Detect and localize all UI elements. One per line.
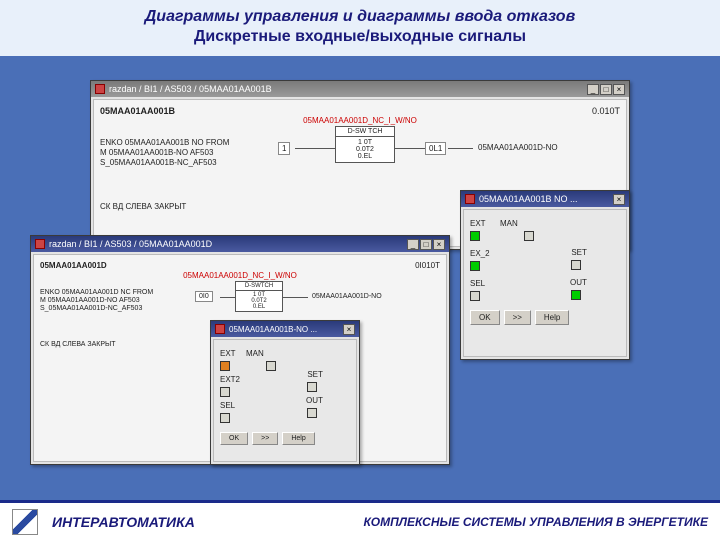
- in3-a: S_05MAA01AA001B-NC_AF503: [100, 158, 270, 168]
- led-man[interactable]: [266, 361, 276, 371]
- window-title-a: razdan / BI1 / AS503 / 05MAA01AA001B: [109, 84, 583, 94]
- slide-header: Диаграммы управления и диаграммы ввода о…: [0, 0, 720, 56]
- in2-a: M 05MAA01AA001B-NO AF503: [100, 148, 270, 158]
- app-icon: [95, 84, 105, 94]
- panel-a-buttons: OK >> Help: [470, 310, 620, 325]
- panel-a-title: 05MAA01AA001B NO ...: [479, 194, 609, 204]
- led-ext2[interactable]: [470, 261, 480, 271]
- next-button[interactable]: >>: [504, 310, 531, 325]
- panel-b-titlebar[interactable]: 05MAA01AA001B-NO ... ×: [211, 321, 359, 337]
- slide: Диаграммы управления и диаграммы ввода о…: [0, 0, 720, 540]
- window-title-b: razdan / BI1 / AS503 / 05MAA01AA001D: [49, 239, 403, 249]
- lbl-man: MAN: [500, 219, 518, 228]
- signal-name-b: 05MAA01AA001D: [40, 261, 107, 271]
- control-panel-b[interactable]: 05MAA01AA001B-NO ... × EXTMAN EXT2 SEL S…: [210, 320, 360, 465]
- brand-name: ИНТЕРАВТОМАТИКА: [52, 514, 195, 530]
- led-ext[interactable]: [220, 361, 230, 371]
- port2-a: 0.0T2: [338, 146, 392, 153]
- lbl-set: SET: [307, 370, 323, 379]
- lbl-sel: SEL: [220, 401, 235, 410]
- led-set[interactable]: [307, 382, 317, 392]
- company-logo-icon: [12, 509, 38, 535]
- lbl-out: OUT: [306, 396, 323, 405]
- port1-a: 1 0T: [338, 139, 392, 146]
- close-button[interactable]: ×: [613, 194, 625, 205]
- in3-b: S_05MAA01AA001D-NC_AF503: [40, 305, 190, 313]
- close-button[interactable]: ×: [433, 239, 445, 250]
- lbl-set: SET: [571, 248, 587, 257]
- block-label-b: D-SWTCH: [236, 282, 282, 291]
- led-set[interactable]: [571, 260, 581, 270]
- led-out[interactable]: [571, 290, 581, 300]
- lbl-sel: SEL: [470, 279, 485, 288]
- app-icon: [35, 239, 45, 249]
- maximize-button[interactable]: □: [600, 84, 612, 95]
- led-ext2[interactable]: [220, 387, 230, 397]
- lbl-ext2: EX_2: [470, 249, 490, 258]
- lbl-out: OUT: [570, 278, 587, 287]
- help-button[interactable]: Help: [535, 310, 569, 325]
- panel-a-titlebar[interactable]: 05MAA01AA001B NO ... ×: [461, 191, 629, 207]
- minimize-button[interactable]: _: [407, 239, 419, 250]
- in-value-a: 1: [278, 142, 290, 155]
- port3-a: 0.EL: [338, 153, 392, 160]
- lbl-man: MAN: [246, 349, 264, 358]
- port3-b: 0.EL: [237, 304, 281, 310]
- block-label-a: D-SW TCH: [336, 127, 394, 137]
- signal-subtitle-a: 05MAA01AA001D_NC_I_W/NO: [100, 116, 620, 126]
- control-panel-a[interactable]: 05MAA01AA001B NO ... × EXTMAN EX_2 SEL S…: [460, 190, 630, 360]
- app-icon: [465, 194, 475, 204]
- app-icon: [215, 324, 225, 334]
- status-a: 0.010T: [592, 106, 620, 116]
- window-controls-b: _ □ ×: [407, 239, 445, 250]
- in1-b: ENKO 05MAA01AA001D NC FROM: [40, 289, 190, 297]
- tagline: КОМПЛЕКСНЫЕ СИСТЕМЫ УПРАВЛЕНИЯ В ЭНЕРГЕТ…: [364, 515, 708, 529]
- status-b: 0I010T: [415, 261, 440, 271]
- title-line-1: Диаграммы управления и диаграммы ввода о…: [12, 8, 708, 26]
- titlebar-b[interactable]: razdan / BI1 / AS503 / 05MAA01AA001D _ □…: [31, 236, 449, 252]
- signal-name-a: 05MAA01AA001B: [100, 106, 175, 116]
- panel-b-title: 05MAA01AA001B-NO ...: [229, 325, 339, 334]
- ok-button[interactable]: OK: [470, 310, 500, 325]
- next-button[interactable]: >>: [252, 432, 278, 445]
- in2-b: M 05MAA01AA001D-NO AF503: [40, 297, 190, 305]
- close-button[interactable]: ×: [613, 84, 625, 95]
- canvas: razdan / BI1 / AS503 / 05MAA01AA001B _ □…: [30, 70, 690, 480]
- in1-a: ENKO 05MAA01AA001B NO FROM: [100, 138, 270, 148]
- in-value-b: 0I0: [195, 291, 213, 302]
- led-sel[interactable]: [470, 291, 480, 301]
- panel-b-buttons: OK >> Help: [220, 432, 350, 445]
- led-out[interactable]: [307, 408, 317, 418]
- ok-button[interactable]: OK: [220, 432, 248, 445]
- lbl-ext: EXT: [220, 349, 246, 358]
- led-sel[interactable]: [220, 413, 230, 423]
- out-label-b: 05MAA01AA001D-NO: [312, 293, 382, 300]
- minimize-button[interactable]: _: [587, 84, 599, 95]
- panel-a-body: EXTMAN EX_2 SEL SET OUT OK: [463, 209, 627, 357]
- title-line-2: Дискретные входные/выходные сигналы: [12, 28, 708, 46]
- panel-b-body: EXTMAN EXT2 SEL SET OUT OK: [213, 339, 357, 462]
- lbl-ext: EXT: [470, 219, 500, 228]
- out-value-a: 0L1: [425, 142, 446, 155]
- titlebar-a[interactable]: razdan / BI1 / AS503 / 05MAA01AA001B _ □…: [91, 81, 629, 97]
- led-ext[interactable]: [470, 231, 480, 241]
- signal-subtitle-b: 05MAA01AA001D_NC_I_W/NO: [40, 271, 440, 281]
- close-button[interactable]: ×: [343, 324, 355, 335]
- led-man[interactable]: [524, 231, 534, 241]
- help-button[interactable]: Help: [282, 432, 314, 445]
- lbl-ext2: EXT2: [220, 375, 240, 384]
- window-controls-a: _ □ ×: [587, 84, 625, 95]
- maximize-button[interactable]: □: [420, 239, 432, 250]
- footer: ИНТЕРАВТОМАТИКА КОМПЛЕКСНЫЕ СИСТЕМЫ УПРА…: [0, 500, 720, 540]
- out-label-a: 05MAA01AA001D-NO: [478, 143, 558, 152]
